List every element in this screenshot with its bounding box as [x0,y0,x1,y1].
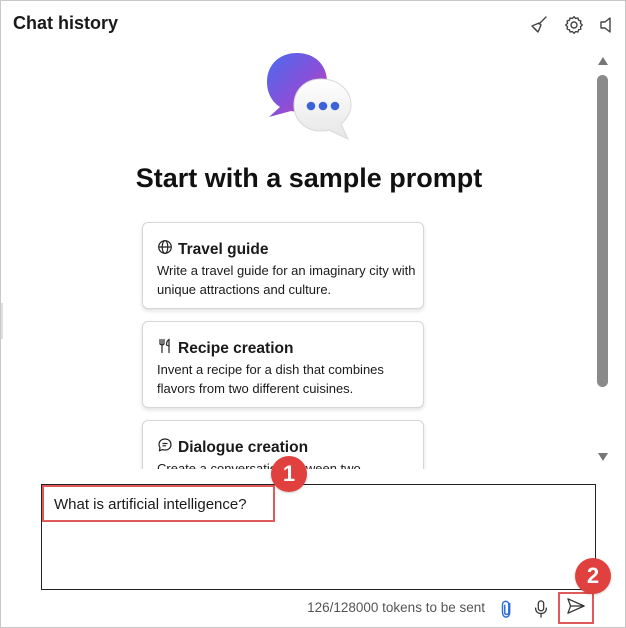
prompt-scroll-area: Start with a sample prompt Travel guide … [1,51,597,469]
vertical-scrollbar[interactable] [595,53,611,465]
speaker-icon[interactable] [596,13,620,37]
attach-icon[interactable] [496,597,518,621]
broom-icon[interactable] [527,13,551,37]
prompt-card-description: Write a travel guide for an imaginary ci… [157,263,416,297]
prompt-card-travel-guide[interactable]: Travel guide Write a travel guide for an… [142,222,424,309]
chat-panel: Chat history Start with a sample prompt … [0,0,626,628]
scroll-up-arrow-icon[interactable] [598,57,608,65]
prompt-card-title: Recipe creation [178,339,294,357]
chat-bubbles-logo-icon [263,51,355,143]
chat-bubble-icon [157,437,173,458]
input-highlight-annotation [42,485,275,522]
microphone-icon[interactable] [530,597,552,621]
prompt-card-title: Travel guide [178,240,269,258]
panel-title: Chat history [13,13,119,33]
prompt-card-description: Invent a recipe for a dish that combines… [157,362,384,396]
settings-gear-icon[interactable] [562,13,586,37]
prompt-card-title: Dialogue creation [178,438,309,456]
step-marker-2: 2 [575,558,611,594]
prompt-card-recipe-creation[interactable]: Recipe creation Invent a recipe for a di… [142,321,424,408]
scroll-down-arrow-icon[interactable] [598,453,608,461]
send-icon [566,597,586,620]
step-marker-1: 1 [271,456,307,492]
fork-knife-icon [157,338,173,359]
scrollbar-thumb[interactable] [597,75,608,387]
token-count-status: 126/128000 tokens to be sent [307,600,485,615]
globe-icon [157,239,173,260]
send-button[interactable] [558,592,594,624]
sample-prompt-heading: Start with a sample prompt [135,163,483,193]
